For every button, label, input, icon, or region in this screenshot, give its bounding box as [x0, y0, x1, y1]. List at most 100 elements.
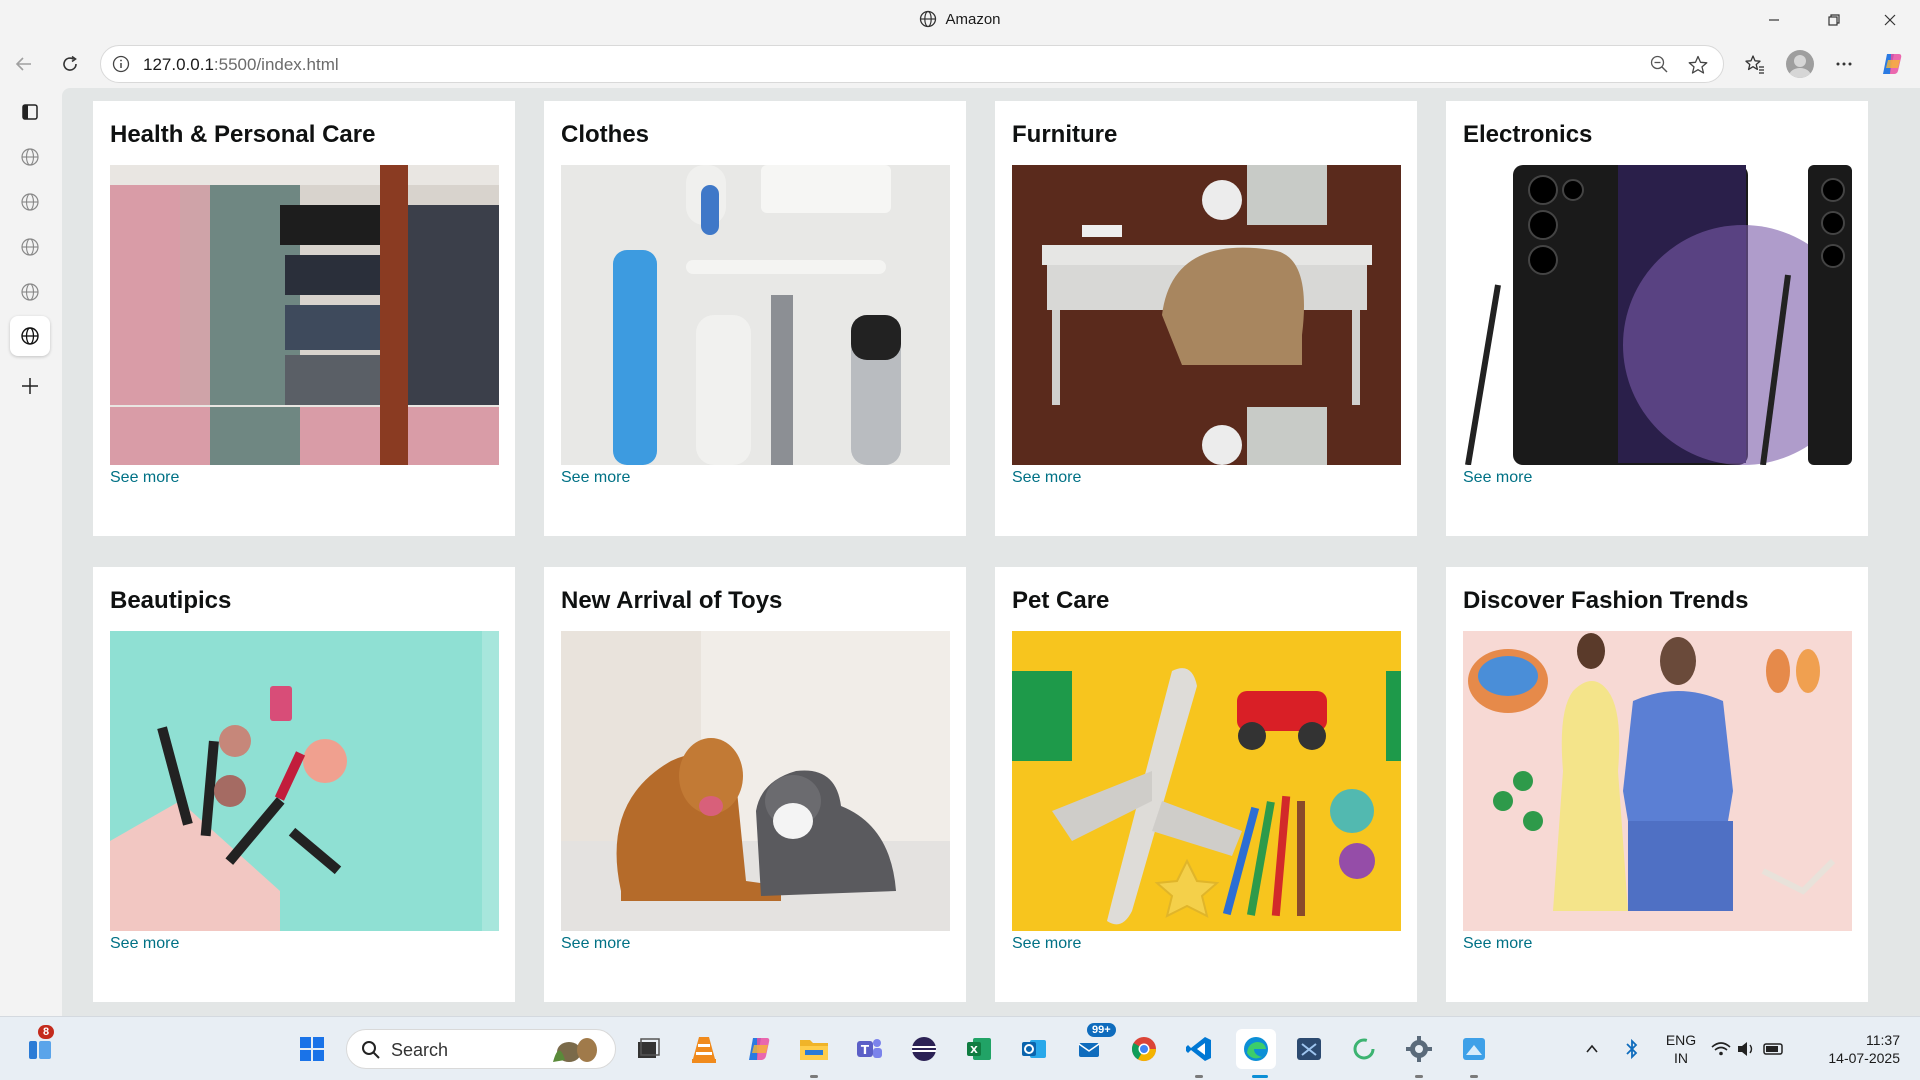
browser-toolbar: 127.0.0.1:5500/index.html: [0, 40, 1920, 88]
card-title: Beautipics: [110, 587, 232, 614]
card-image[interactable]: [561, 165, 950, 465]
language-code: ENG: [1665, 1032, 1697, 1048]
category-card: Clothes See more: [544, 101, 966, 536]
address-bar[interactable]: 127.0.0.1:5500/index.html: [100, 45, 1724, 83]
clock-time: 11:37: [1866, 1032, 1900, 1048]
bluetooth-icon[interactable]: [1614, 1031, 1650, 1067]
category-card: Health & Personal Care See more: [93, 101, 515, 536]
minimize-button[interactable]: [1746, 0, 1802, 40]
see-more-link[interactable]: See more: [1012, 469, 1081, 487]
tab-globe-icon[interactable]: [10, 182, 50, 222]
url-path: :5500/index.html: [213, 55, 339, 74]
category-card: Pet Care See more: [995, 567, 1417, 1002]
title-bar: Amazon: [0, 0, 1920, 40]
snipping-tool-icon[interactable]: [1291, 1031, 1327, 1067]
favorite-star-icon[interactable]: [1687, 54, 1709, 81]
running-indicator: [1252, 1075, 1268, 1078]
active-tab-globe-icon[interactable]: [10, 316, 50, 356]
search-icon: [362, 1041, 380, 1059]
clock-date: 14-07-2025: [1828, 1050, 1900, 1066]
vertical-tabs-sidebar: [0, 88, 62, 1016]
eclipse-icon[interactable]: [906, 1031, 942, 1067]
tab-globe-icon[interactable]: [10, 272, 50, 312]
wifi-volume-battery-icon: [1711, 1042, 1783, 1056]
category-card: Furniture See more: [995, 101, 1417, 536]
refresh-button[interactable]: [52, 46, 88, 82]
running-indicator: [1470, 1075, 1478, 1078]
close-button[interactable]: [1862, 0, 1918, 40]
search-highlight-icon: [553, 1038, 597, 1062]
tab-globe-icon[interactable]: [10, 227, 50, 267]
window-title-text: Amazon: [945, 11, 1001, 28]
show-hidden-icons-chevron-icon[interactable]: [1574, 1031, 1610, 1067]
card-image[interactable]: [110, 165, 499, 465]
language-region: IN: [1674, 1050, 1688, 1066]
taskbar: 8 Search T X 99+ ENG IN 11:37 14-07-2025: [0, 1016, 1920, 1080]
excel-icon[interactable]: X: [961, 1031, 997, 1067]
language-indicator[interactable]: ENG IN: [1664, 1031, 1698, 1067]
edge-icon[interactable]: [1236, 1029, 1276, 1069]
copilot-app-icon[interactable]: [741, 1031, 777, 1067]
card-image[interactable]: [1012, 165, 1401, 465]
svg-text:T: T: [861, 1043, 870, 1057]
site-info-icon[interactable]: [111, 54, 131, 79]
see-more-link[interactable]: See more: [1012, 935, 1081, 953]
search-label: Search: [391, 1040, 449, 1060]
category-card: Beautipics See more: [93, 567, 515, 1002]
see-more-link[interactable]: See more: [110, 469, 179, 487]
copilot-button[interactable]: [1874, 46, 1910, 82]
widgets-icon[interactable]: 8: [22, 1025, 58, 1067]
profile-avatar[interactable]: [1786, 50, 1814, 78]
network-volume-battery-group[interactable]: [1710, 1031, 1786, 1067]
category-card: New Arrival of Toys See more: [544, 567, 966, 1002]
zoom-out-icon[interactable]: [1649, 54, 1669, 79]
teams-icon[interactable]: T: [851, 1031, 887, 1067]
chrome-icon[interactable]: [1126, 1031, 1162, 1067]
card-title: Electronics: [1463, 121, 1593, 148]
running-indicator: [810, 1075, 818, 1078]
start-icon[interactable]: [294, 1031, 330, 1067]
card-title: Health & Personal Care: [110, 121, 376, 148]
settings-more-button[interactable]: [1826, 46, 1862, 82]
new-tab-plus-icon[interactable]: [10, 366, 50, 406]
card-image[interactable]: [1463, 165, 1852, 465]
card-title: Clothes: [561, 121, 650, 148]
address-url[interactable]: 127.0.0.1:5500/index.html: [143, 55, 339, 75]
paint-icon[interactable]: [1456, 1031, 1492, 1067]
globe-icon: [919, 10, 937, 32]
card-image[interactable]: [561, 631, 950, 931]
see-more-link[interactable]: See more: [561, 469, 630, 487]
mail-icon[interactable]: 99+: [1073, 1023, 1116, 1067]
see-more-link[interactable]: See more: [1463, 935, 1532, 953]
tab-actions-icon[interactable]: [10, 92, 50, 132]
clock[interactable]: 11:37 14-07-2025: [1800, 1031, 1900, 1067]
see-more-link[interactable]: See more: [110, 935, 179, 953]
vscode-icon[interactable]: [1181, 1031, 1217, 1067]
card-title: Pet Care: [1012, 587, 1110, 614]
task-view-icon[interactable]: [630, 1031, 666, 1067]
restore-button[interactable]: [1806, 0, 1862, 40]
taskbar-search[interactable]: Search: [346, 1029, 616, 1069]
outlook-icon[interactable]: [1016, 1031, 1052, 1067]
running-indicator: [1415, 1075, 1423, 1078]
favorites-button[interactable]: [1737, 46, 1773, 82]
card-image[interactable]: [1463, 631, 1852, 931]
file-explorer-icon[interactable]: [796, 1031, 832, 1067]
mail-badge: 99+: [1087, 1023, 1116, 1037]
back-button[interactable]: [6, 46, 42, 82]
vlc-icon[interactable]: [686, 1031, 722, 1067]
card-image[interactable]: [110, 631, 499, 931]
category-card: Discover Fashion Trends See more: [1446, 567, 1868, 1002]
see-more-link[interactable]: See more: [1463, 469, 1532, 487]
card-image[interactable]: [1012, 631, 1401, 931]
tab-globe-icon[interactable]: [10, 137, 50, 177]
see-more-link[interactable]: See more: [561, 935, 630, 953]
loop-icon[interactable]: [1346, 1031, 1382, 1067]
category-card: Electronics See more: [1446, 101, 1868, 536]
page-viewport: Health & Personal Care See more Clothes …: [62, 88, 1920, 1016]
card-title: New Arrival of Toys: [561, 587, 783, 614]
settings-icon[interactable]: [1401, 1031, 1437, 1067]
svg-text:X: X: [970, 1045, 978, 1056]
card-title: Furniture: [1012, 121, 1118, 148]
card-title: Discover Fashion Trends: [1463, 587, 1749, 614]
